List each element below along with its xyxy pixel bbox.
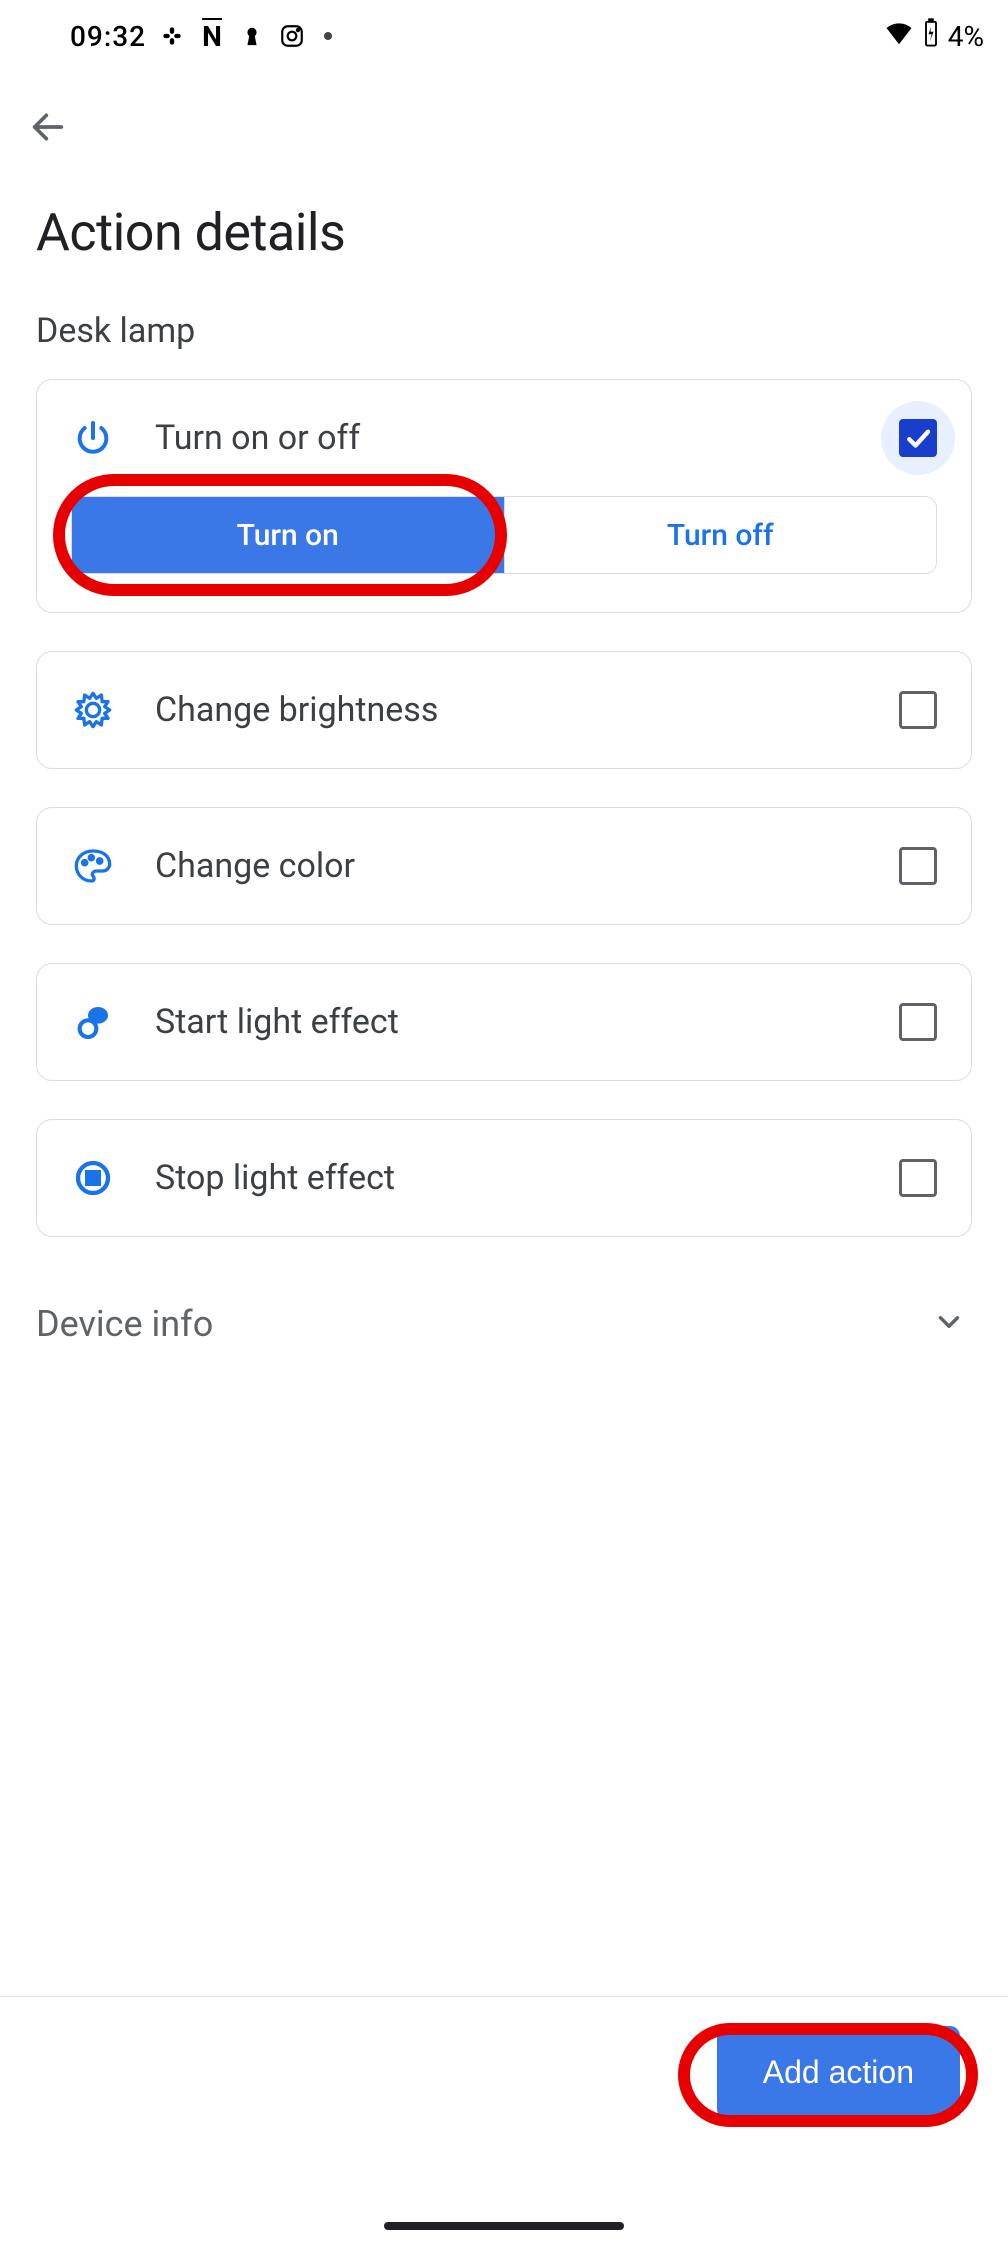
wifi-icon [884,18,914,55]
light-effect-stop-icon [71,1156,115,1200]
bottom-bar: Add action [0,1996,1008,2148]
top-app-bar [0,72,1008,182]
slack-icon [158,22,186,50]
light-effect-start-icon [71,1000,115,1044]
battery-percentage: 4% [948,20,984,53]
power-toggle-group: Turn on Turn off [71,496,937,574]
keyhole-icon [238,22,266,50]
power-icon [71,416,115,460]
brightness-icon [71,688,115,732]
action-label: Turn on or off [155,418,859,458]
device-name: Desk lamp [36,311,972,351]
device-info-label: Device info [36,1303,213,1345]
action-card-stop-effect[interactable]: Stop light effect [36,1119,972,1237]
battery-icon [922,18,940,55]
notion-icon: N [198,22,226,50]
page-title: Action details [36,202,972,263]
action-card-color[interactable]: Change color [36,807,972,925]
status-time: 09:32 [70,20,146,53]
device-info-expander[interactable]: Device info [36,1275,972,1345]
turn-off-button[interactable]: Turn off [504,497,937,573]
palette-icon [71,844,115,888]
action-card-brightness[interactable]: Change brightness [36,651,972,769]
action-label: Change brightness [155,690,859,730]
checkbox-brightness[interactable] [899,691,937,729]
status-bar: 09:32 N 4% [0,0,1008,72]
chevron-down-icon [932,1305,966,1343]
back-button[interactable] [24,103,72,151]
turn-on-button[interactable]: Turn on [72,497,504,573]
checkbox-color[interactable] [899,847,937,885]
checkbox-start-effect[interactable] [899,1003,937,1041]
action-label: Start light effect [155,1002,859,1042]
action-label: Stop light effect [155,1158,859,1198]
home-indicator[interactable] [384,2222,624,2230]
checkbox-stop-effect[interactable] [899,1159,937,1197]
add-action-button[interactable]: Add action [717,2026,960,2119]
more-notifications-dot [324,32,332,40]
instagram-icon [278,22,306,50]
action-label: Change color [155,846,859,886]
action-card-start-effect[interactable]: Start light effect [36,963,972,1081]
action-card-power: Turn on or off Turn on Turn off [36,379,972,613]
checkbox-power[interactable] [899,419,937,457]
